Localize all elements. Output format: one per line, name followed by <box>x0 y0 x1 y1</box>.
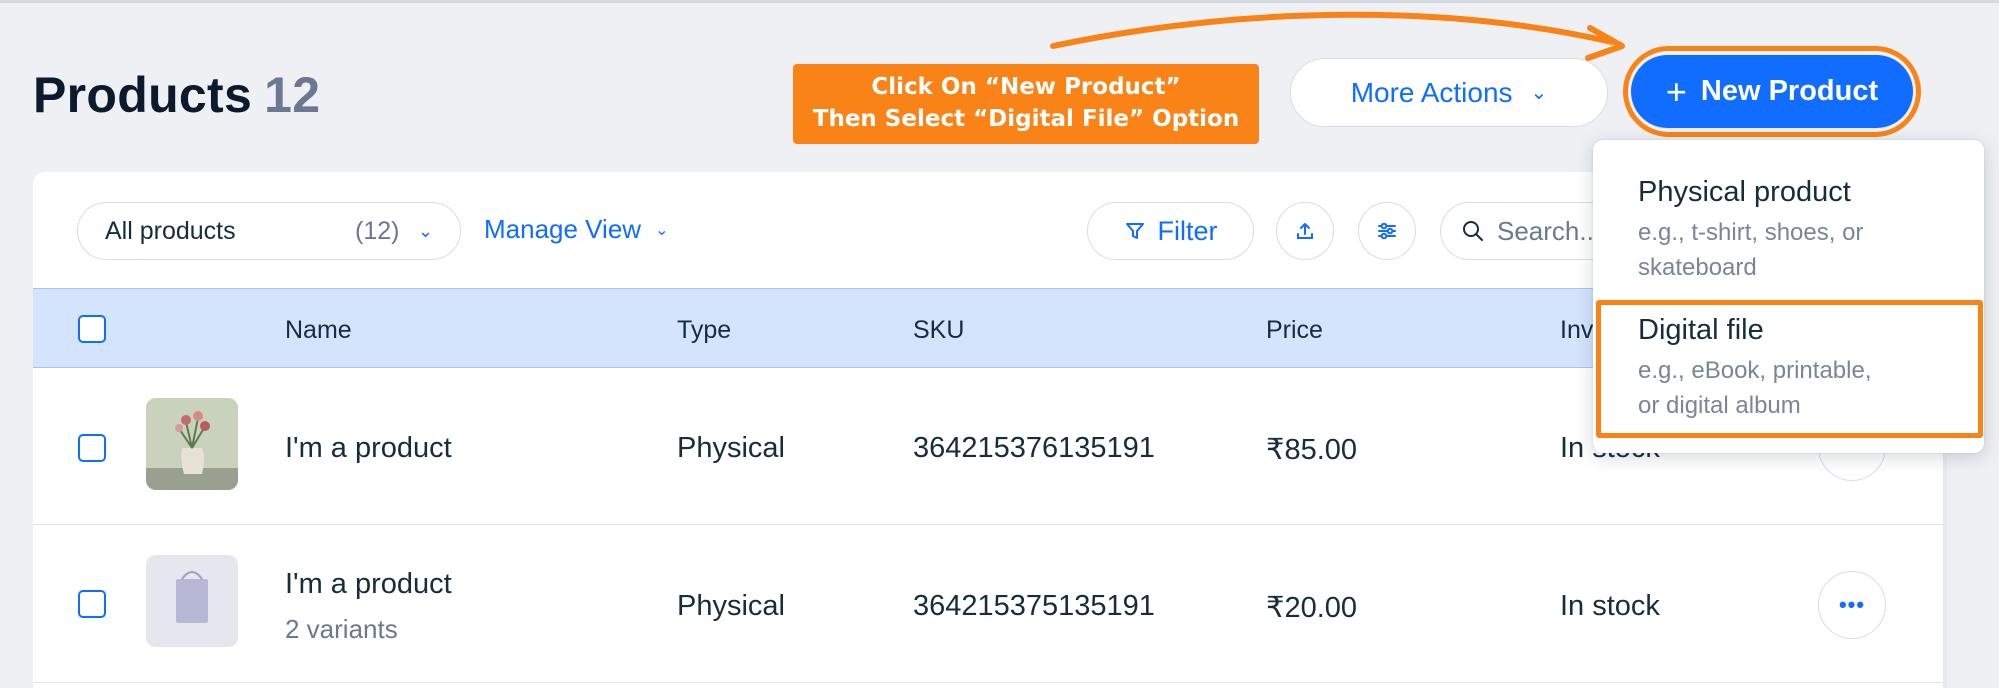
more-actions-button[interactable]: More Actions ⌄ <box>1290 58 1608 127</box>
product-name[interactable]: I'm a product <box>285 568 452 601</box>
menu-item-title: Physical product <box>1638 176 1851 208</box>
product-price: ₹85.00 <box>1266 434 1358 466</box>
manage-view-button[interactable]: Manage View ⌄ <box>484 214 668 245</box>
product-inventory: In stock <box>1560 590 1660 622</box>
export-button[interactable] <box>1276 202 1334 260</box>
plus-icon: + <box>1665 70 1687 112</box>
product-sku: 364215376135191 <box>913 432 1155 464</box>
product-variants: 2 variants <box>285 614 398 644</box>
menu-item-description-line: skateboard <box>1638 254 1757 281</box>
row-checkbox[interactable] <box>78 434 106 462</box>
menu-item-physical-product[interactable]: Physical product e.g., t-shirt, shoes, o… <box>1638 176 1863 285</box>
menu-item-description-line: e.g., t-shirt, shoes, or <box>1638 219 1864 246</box>
product-count: 12 <box>264 67 321 123</box>
instruction-callout: Click On “New Product” Then Select “Digi… <box>793 64 1259 144</box>
top-divider <box>0 0 1999 3</box>
row-divider <box>33 682 1943 683</box>
column-header-name[interactable]: Name <box>285 316 352 345</box>
new-product-button[interactable]: + New Product <box>1631 55 1913 128</box>
select-all-checkbox[interactable] <box>78 315 106 343</box>
search-placeholder: Search... <box>1497 215 1602 246</box>
product-type: Physical <box>677 590 785 622</box>
menu-item-description: e.g., t-shirt, shoes, or skateboard <box>1638 215 1863 285</box>
column-header-price[interactable]: Price <box>1266 316 1323 345</box>
page-title-text: Products <box>33 67 253 123</box>
view-selector[interactable]: All products (12) ⌄ <box>77 202 461 260</box>
chevron-down-icon: ⌄ <box>1530 82 1548 104</box>
sliders-icon <box>1378 222 1396 240</box>
instruction-line-1: Click On “New Product” <box>871 74 1181 100</box>
menu-item-description: e.g., eBook, printable, or digital album <box>1638 353 1871 423</box>
menu-item-digital-file[interactable]: Digital file e.g., eBook, printable, or … <box>1638 314 1871 423</box>
search-icon <box>1463 221 1483 241</box>
new-product-label: New Product <box>1700 75 1879 107</box>
row-checkbox[interactable] <box>78 590 106 618</box>
manage-view-label: Manage View <box>484 214 642 244</box>
filter-label: Filter <box>1157 215 1218 246</box>
chevron-down-icon: ⌄ <box>418 220 434 241</box>
instruction-line-2: Then Select “Digital File” Option <box>812 106 1240 132</box>
menu-item-description-line: e.g., eBook, printable, <box>1638 357 1872 384</box>
product-price: ₹20.00 <box>1266 592 1358 624</box>
upload-icon <box>1297 223 1313 239</box>
view-selector-label: All products <box>105 216 236 245</box>
menu-item-title: Digital file <box>1638 314 1764 346</box>
more-dots-icon: ••• <box>1838 592 1866 617</box>
chevron-down-icon: ⌄ <box>655 221 669 239</box>
view-selector-count: (12) <box>355 216 400 245</box>
product-sku: 364215375135191 <box>913 590 1155 622</box>
product-thumbnail <box>146 398 238 490</box>
product-thumbnail <box>146 555 238 647</box>
filter-button[interactable]: Filter <box>1087 202 1254 260</box>
filter-icon <box>1125 223 1144 239</box>
customize-columns-button[interactable] <box>1358 202 1416 260</box>
page-title: Products 12 <box>33 66 320 124</box>
column-header-type[interactable]: Type <box>677 316 731 345</box>
row-divider <box>33 524 1943 525</box>
column-header-sku[interactable]: SKU <box>913 316 964 345</box>
menu-item-description-line: or digital album <box>1638 392 1801 419</box>
row-more-button[interactable]: ••• <box>1818 571 1886 639</box>
product-type: Physical <box>677 432 785 464</box>
more-actions-label: More Actions <box>1350 76 1513 108</box>
product-name[interactable]: I'm a product <box>285 432 452 465</box>
